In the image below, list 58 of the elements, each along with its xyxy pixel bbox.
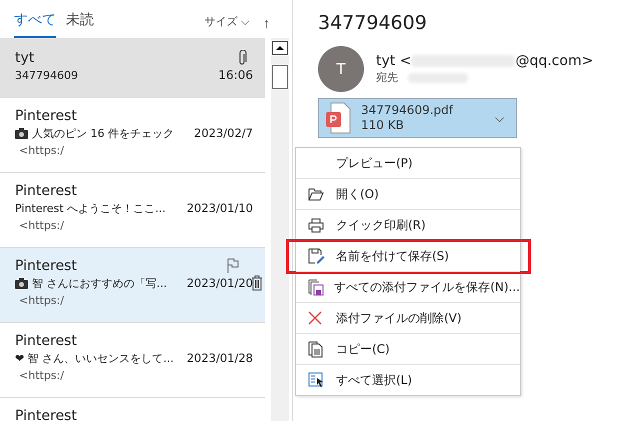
- select-all-icon: [308, 372, 325, 388]
- sender-name: tyt <: [376, 53, 412, 69]
- sender-name: tyt: [15, 50, 34, 66]
- recipient-label: 宛先: [376, 70, 398, 85]
- message-snippet: <https:/: [18, 144, 65, 157]
- menu-item[interactable]: 添付ファイルの削除(V): [296, 303, 520, 333]
- scrollbar-thumb[interactable]: [272, 65, 288, 89]
- message-date: 16:06: [218, 68, 253, 82]
- menu-item[interactable]: クイック印刷(R): [296, 210, 520, 240]
- message-preview: 人気のピン 16 件をチェック: [32, 126, 174, 140]
- pdf-file-icon: [325, 102, 351, 134]
- copy-icon: [308, 340, 323, 358]
- sender-name: Pinterest: [15, 333, 77, 349]
- message-date: 2023/01/28: [186, 351, 253, 365]
- sender-name: Pinterest: [15, 108, 77, 124]
- message-preview: 智 さんにおすすめの「写...: [32, 276, 167, 290]
- message-preview: 347794609: [15, 68, 78, 82]
- attachment-name: 347794609.pdf: [361, 103, 453, 118]
- message-subject: 347794609: [318, 12, 428, 36]
- attachment-menu-button[interactable]: ⌵: [489, 110, 510, 126]
- message-item[interactable]: Pinterest 人気のピン 16 件をチェック 2023/02/7 <https:/: [0, 98, 265, 173]
- attachment-size: 110 KB: [361, 118, 405, 133]
- trash-icon[interactable]: [251, 275, 263, 291]
- message-preview: Pinterest へようこそ！ここ...: [15, 200, 166, 216]
- delete-icon: [308, 311, 322, 325]
- printer-icon: [308, 218, 324, 232]
- message-item[interactable]: Pinterest ❤ 智 さん、いいセンスをして... 2023/01/28 <https:/: [0, 323, 265, 398]
- message-snippet: <https:/: [18, 219, 65, 232]
- message-date: 2023/01/20: [186, 276, 253, 290]
- menu-item[interactable]: プレビュー(P): [296, 148, 520, 178]
- sender-name: Pinterest: [15, 183, 77, 199]
- message-snippet: <https:/: [18, 294, 65, 307]
- filter-tab[interactable]: 未読: [66, 11, 94, 38]
- folder-icon: [308, 188, 324, 200]
- menu-item[interactable]: コピー(C): [296, 334, 520, 364]
- message-item[interactable]: Pinterest 智 さんにおすすめの「写... 2023/01/20 <https:/: [0, 248, 265, 323]
- scroll-up-icon[interactable]: [272, 41, 288, 55]
- sort-button[interactable]: サイズ ⌵: [204, 14, 249, 38]
- flag-icon[interactable]: [227, 258, 239, 274]
- save-icon: [308, 248, 325, 264]
- message-snippet: <https:/: [18, 369, 65, 382]
- sender-domain: @qq.com>: [515, 53, 594, 69]
- menu-item[interactable]: すべての添付ファイルを保存(N)...: [296, 272, 520, 302]
- message-date: 2023/01/10: [186, 201, 253, 215]
- save-all-icon: [308, 278, 324, 296]
- sort-direction-button[interactable]: ↑: [263, 15, 270, 38]
- attachment-card[interactable]: 347794609.pdf 110 KB ⌵: [318, 98, 517, 138]
- message-date: 2023/02/7: [194, 126, 253, 140]
- menu-item[interactable]: すべて選択(L): [296, 365, 520, 395]
- avatar-circle: T: [318, 46, 364, 92]
- message-item[interactable]: Pinterest: [0, 398, 265, 421]
- menu-item[interactable]: 名前を付けて保存(S): [296, 241, 520, 271]
- scrollbar[interactable]: [271, 38, 289, 421]
- sender-name: Pinterest: [15, 408, 77, 421]
- message-preview: ❤ 智 さん、いいセンスをして...: [15, 350, 174, 366]
- sender-name: Pinterest: [15, 258, 77, 274]
- menu-item[interactable]: 開く(O): [296, 179, 520, 209]
- message-item[interactable]: tyt 347794609 16:06: [0, 38, 265, 98]
